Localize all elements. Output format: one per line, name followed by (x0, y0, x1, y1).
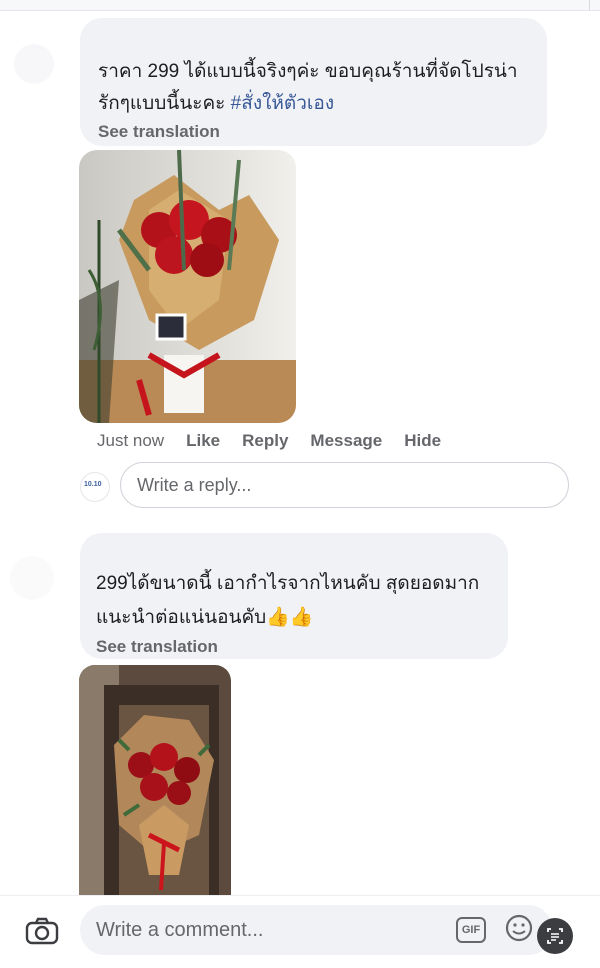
commenter-avatar[interactable] (14, 44, 54, 84)
user-avatar: 10.10 (80, 472, 110, 502)
comment-bubble: ราคา 299 ได้แบบนี้จริงๆค่ะ ขอบคุณร้านที่… (80, 18, 547, 146)
see-translation-link[interactable]: See translation (96, 637, 508, 657)
comment-photo[interactable] (79, 150, 296, 423)
comment-actions: Just now Like Reply Message Hide (97, 431, 463, 453)
timestamp: Just now (97, 431, 165, 450)
comment-photo[interactable] (79, 665, 231, 895)
hide-button[interactable]: Hide (404, 431, 441, 453)
hashtag-link[interactable]: #สั่งให้ตัวเอง (231, 93, 334, 114)
top-divider (0, 0, 600, 11)
comment-text: 299ได้ขนาดนี้ เอากำไรจากไหนคับ สุดยอดมาก… (96, 573, 480, 628)
emoji-icon[interactable] (504, 913, 534, 943)
scan-text-icon[interactable] (537, 918, 573, 954)
reply-button[interactable]: Reply (242, 431, 288, 453)
see-translation-link[interactable]: See translation (98, 122, 547, 142)
comment-bubble: 299ได้ขนาดนี้ เอากำไรจากไหนคับ สุดยอดมาก… (80, 533, 508, 659)
reply-input[interactable]: Write a reply... (120, 462, 569, 508)
commenter-avatar[interactable] (10, 556, 54, 600)
like-button[interactable]: Like (186, 431, 220, 453)
message-button[interactable]: Message (310, 431, 382, 453)
gif-icon[interactable]: GIF (456, 917, 486, 943)
camera-icon[interactable] (25, 917, 59, 945)
comment-text: ราคา 299 ได้แบบนี้จริงๆค่ะ ขอบคุณร้านที่… (98, 61, 518, 114)
